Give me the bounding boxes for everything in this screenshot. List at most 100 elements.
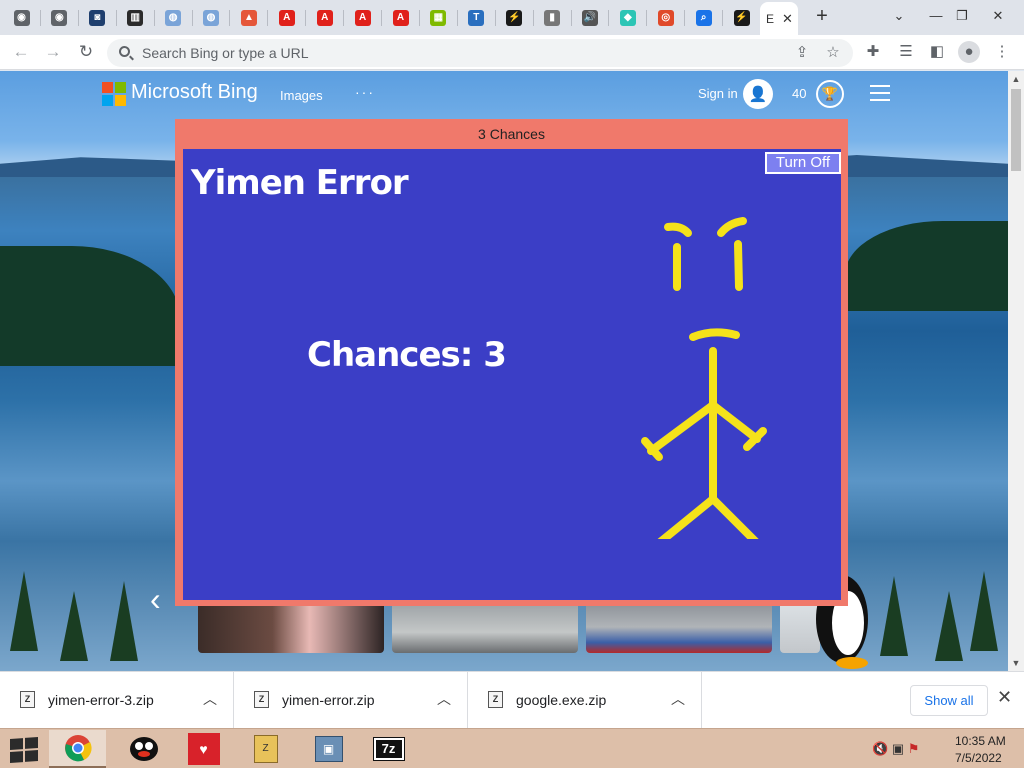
archive-taskbar-icon[interactable]: Z	[237, 730, 294, 768]
share-icon[interactable]: ⇪	[792, 44, 812, 64]
chrome-taskbar-icon[interactable]	[49, 730, 106, 768]
active-tab[interactable]: E ✕	[760, 2, 798, 35]
restore-button[interactable]: ❐	[951, 6, 973, 26]
forward-arrow-icon[interactable]: →	[41, 41, 65, 65]
sign-in-link[interactable]: Sign in	[698, 86, 738, 101]
installer-taskbar-icon[interactable]: ▣	[300, 730, 357, 768]
adobe-icon: A	[354, 9, 371, 26]
turn-off-button[interactable]: Turn Off	[765, 152, 841, 174]
windows-start-icon[interactable]	[10, 737, 38, 763]
browser-tab[interactable]: A	[344, 4, 381, 31]
chevron-up-icon[interactable]: ︿	[671, 689, 685, 709]
browser-tab[interactable]: T	[458, 4, 495, 31]
tab-separator	[608, 10, 610, 26]
browser-tab[interactable]: ▮	[534, 4, 571, 31]
chevron-left-icon[interactable]: ‹	[150, 581, 161, 618]
microsoft-icon: ▦	[430, 9, 447, 26]
algida-taskbar-icon[interactable]: ♥	[175, 730, 232, 768]
browser-tab[interactable]: A	[268, 4, 305, 31]
news-thumbnail[interactable]	[198, 601, 384, 653]
browser-tab[interactable]: ◍	[155, 4, 192, 31]
trophy-icon[interactable]: 🏆	[816, 80, 844, 108]
network-icon[interactable]: ▣	[892, 741, 904, 756]
clock-time[interactable]: 10:35 AM	[955, 734, 1006, 748]
bing-brand[interactable]: Microsoft Bing	[131, 81, 258, 104]
tab-separator	[381, 10, 382, 26]
user-icon[interactable]: 👤	[743, 79, 773, 109]
scroll-up-arrow-icon[interactable]: ▲	[1008, 71, 1024, 87]
adobe-icon: A	[278, 9, 295, 26]
tab-separator	[191, 10, 193, 26]
nav-more-button[interactable]: ···	[355, 84, 375, 100]
news-thumbnail[interactable]	[392, 601, 578, 653]
pingu-taskbar-icon[interactable]	[115, 730, 172, 768]
wiki-icon: ◍	[203, 9, 219, 26]
close-window-button[interactable]: ✕	[987, 6, 1009, 26]
browser-tab[interactable]: ▥	[117, 4, 154, 31]
download-item[interactable]: Z yimen-error-3.zip ︿	[0, 672, 234, 729]
tab-separator	[456, 10, 458, 26]
volume-muted-icon[interactable]: 🔇	[872, 741, 888, 756]
browser-tab[interactable]: ▲	[230, 4, 267, 31]
browser-tab[interactable]: ▦	[420, 4, 457, 31]
chevron-up-icon[interactable]: ︿	[203, 689, 217, 709]
reading-list-icon[interactable]: ☰	[895, 41, 917, 63]
browser-tab[interactable]: ◉	[3, 4, 40, 31]
system-tray[interactable]: 🔇 ▣ ⚑	[872, 741, 919, 757]
zip-file-icon: Z	[488, 691, 503, 708]
archive-icon: ◙	[89, 9, 106, 26]
reload-icon[interactable]: ↻	[74, 41, 98, 65]
nav-images-link[interactable]: Images	[280, 88, 323, 103]
action-center-icon[interactable]: ⚑	[908, 741, 920, 756]
back-arrow-icon[interactable]: ←	[9, 41, 33, 65]
address-bar-placeholder: Search Bing or type a URL	[142, 45, 309, 61]
bing-header: Microsoft Bing Images ··· Sign in 👤 40 🏆	[0, 71, 1008, 117]
microsoft-logo-icon[interactable]	[102, 82, 126, 106]
7zip-taskbar-icon[interactable]: 7z	[360, 730, 417, 768]
scrollbar-thumb[interactable]	[1011, 89, 1021, 171]
page-scrollbar[interactable]: ▲ ▼	[1008, 71, 1024, 671]
tab-separator	[77, 10, 79, 26]
clock-date[interactable]: 7/5/2022	[955, 751, 1002, 765]
tab-separator	[722, 10, 724, 26]
close-tab-icon[interactable]: ✕	[782, 11, 793, 27]
show-all-downloads-button[interactable]: Show all	[910, 685, 988, 716]
tw-icon: T	[468, 9, 485, 26]
new-tab-button[interactable]: +	[811, 5, 833, 29]
tab-search-button[interactable]: ⌄	[888, 6, 910, 26]
tab-separator	[343, 10, 345, 26]
browser-tab[interactable]: ◍	[193, 4, 230, 31]
address-bar[interactable]: Search Bing or type a URL ⇪ ☆	[107, 39, 853, 67]
logo-square	[115, 82, 126, 93]
tab-separator	[153, 10, 155, 26]
profile-avatar-icon[interactable]: ●	[958, 41, 980, 63]
browser-tab[interactable]: ⌕	[685, 4, 722, 31]
close-download-shelf-icon[interactable]: ✕	[997, 687, 1012, 708]
browser-tab[interactable]: 🔊	[572, 4, 609, 31]
minimize-button[interactable]: —	[925, 6, 947, 26]
browser-tab[interactable]: ⚡	[723, 4, 760, 31]
menu-dots-icon[interactable]: ⋮	[991, 41, 1013, 63]
hamburger-menu-icon[interactable]	[870, 85, 890, 101]
browser-tab[interactable]: ◆	[609, 4, 646, 31]
news-thumbnail[interactable]	[586, 601, 772, 653]
red-ring-icon: ◎	[657, 9, 674, 26]
library-icon: ▥	[127, 9, 144, 26]
browser-tab[interactable]: ◉	[41, 4, 78, 31]
rewards-points[interactable]: 40	[792, 86, 806, 101]
extensions-icon[interactable]: ✚	[862, 41, 884, 63]
browser-tab[interactable]: A	[306, 4, 343, 31]
browser-tab[interactable]: A	[382, 4, 419, 31]
download-item[interactable]: Z yimen-error.zip ︿	[234, 672, 468, 729]
browser-tab[interactable]: ⚡	[496, 4, 533, 31]
download-item[interactable]: Z google.exe.zip ︿	[468, 672, 702, 729]
chevron-up-icon[interactable]: ︿	[437, 689, 451, 709]
wiki-icon: ◍	[165, 9, 182, 26]
side-panel-icon[interactable]: ◧	[926, 41, 948, 63]
browser-tab[interactable]: ◙	[79, 4, 116, 31]
audio-icon: 🔊	[582, 9, 598, 26]
browser-tab[interactable]: ◎	[647, 4, 684, 31]
tab-separator	[646, 10, 648, 26]
bookmark-star-icon[interactable]: ☆	[823, 44, 843, 64]
scroll-down-arrow-icon[interactable]: ▼	[1008, 655, 1024, 671]
